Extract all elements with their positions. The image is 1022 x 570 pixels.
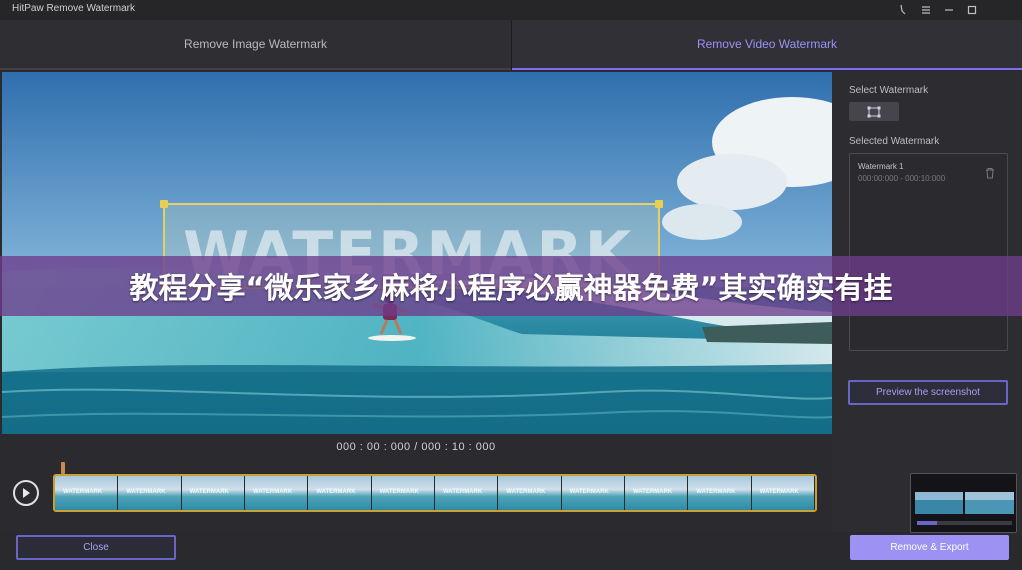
timeline-frame: WATERMARK xyxy=(371,476,435,510)
timeline-frame: WATERMARK xyxy=(308,476,372,510)
timeline-frame: WATERMARK xyxy=(118,476,182,510)
video-preview[interactable]: WATERMARK xyxy=(2,72,832,434)
close-button[interactable]: Close xyxy=(16,535,176,560)
timeline-frames: WATERMARK WATERMARK WATERMARK WATERMARK WATE… xyxy=(55,476,815,510)
overlay-banner: 教程分享“微乐家乡麻将小程序必赢神器免费”其实确实有挂 xyxy=(0,256,1022,316)
tab-divider xyxy=(511,20,512,70)
watermark-item-range: 000:00:000 - 000:10:000 xyxy=(858,174,946,183)
timeline-frame: WATERMARK xyxy=(55,476,119,510)
timecode-display: 000 : 00 : 000 / 000 : 10 : 000 xyxy=(336,441,496,453)
timeline-frame-label: WATERMARK xyxy=(316,489,356,495)
watermark-item-name: Watermark 1 xyxy=(858,162,904,171)
timeline-frame-label: WATERMARK xyxy=(506,489,546,495)
trash-icon[interactable] xyxy=(985,166,995,184)
selected-watermark-label: Selected Watermark xyxy=(849,136,940,147)
timeline-frame-label: WATERMARK xyxy=(696,489,736,495)
select-watermark-label: Select Watermark xyxy=(849,85,929,96)
timeline-frame-label: WATERMARK xyxy=(379,489,419,495)
select-watermark-button[interactable] xyxy=(849,102,899,121)
resize-handle-top-left[interactable] xyxy=(160,200,168,208)
timeline-frame: WATERMARK xyxy=(244,476,309,510)
banner-text: 教程分享“微乐家乡麻将小程序必赢神器免费”其实确实有挂 xyxy=(129,271,893,305)
tab-remove-image-watermark[interactable]: Remove Image Watermark xyxy=(0,20,511,70)
mini-preview-thumbnail xyxy=(910,473,1017,533)
timeline-frame: WATERMARK xyxy=(181,476,245,510)
timeline-frame-label: WATERMARK xyxy=(442,489,483,495)
resize-handle-top-right[interactable] xyxy=(655,200,663,208)
title-bar: HitPaw Remove Watermark xyxy=(0,0,1022,20)
timeline-frame-label: WATERMARK xyxy=(252,489,293,495)
timeline-frame-label: WATERMARK xyxy=(632,489,673,495)
timeline-frame: WATERMARK xyxy=(561,476,625,510)
tab-remove-video-watermark[interactable]: Remove Video Watermark xyxy=(512,20,1022,70)
menu-icon[interactable] xyxy=(918,2,934,18)
timeline-frame-label: WATERMARK xyxy=(759,489,799,495)
timeline-frame: WATERMARK xyxy=(688,476,752,510)
timeline-frame-label: WATERMARK xyxy=(63,489,103,495)
minimize-icon[interactable] xyxy=(941,2,957,18)
play-button[interactable] xyxy=(13,480,39,506)
timeline-frame: WATERMARK xyxy=(751,476,815,510)
timeline-frame: WATERMARK xyxy=(434,476,499,510)
playhead-marker[interactable] xyxy=(61,462,65,474)
preview-screenshot-button[interactable]: Preview the screenshot xyxy=(848,380,1008,405)
maximize-icon[interactable] xyxy=(964,2,980,18)
selection-box-icon xyxy=(867,106,881,117)
timeline-frame-label: WATERMARK xyxy=(126,489,166,495)
timeline-frame: WATERMARK xyxy=(624,476,689,510)
timeline-frame-label: WATERMARK xyxy=(569,489,609,495)
timeline-strip[interactable]: WATERMARK WATERMARK WATERMARK WATERMARK WATE… xyxy=(53,474,817,512)
selected-watermark-list: Watermark 1 000:00:000 - 000:10:000 xyxy=(849,153,1008,351)
timeline-frame: WATERMARK xyxy=(498,476,562,510)
pin-icon[interactable] xyxy=(895,2,911,18)
remove-export-button[interactable]: Remove & Export xyxy=(850,535,1009,560)
play-icon xyxy=(23,488,30,498)
timeline-frame-label: WATERMARK xyxy=(189,489,229,495)
app-title: HitPaw Remove Watermark xyxy=(12,3,135,14)
